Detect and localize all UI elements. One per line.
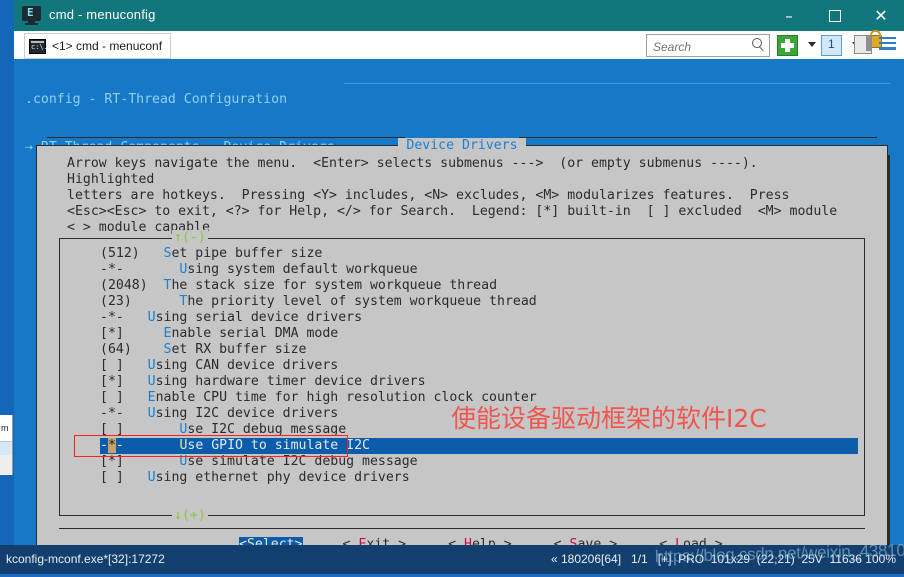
console-tab-label: <1> cmd - menuconf [52, 39, 163, 53]
split-pane-icon[interactable] [854, 35, 872, 54]
minimize-button[interactable]: – [766, 0, 812, 31]
menu-item[interactable]: [ ] Using ethernet phy device drivers [100, 470, 858, 486]
console-icon [22, 6, 41, 25]
menu-item-selected[interactable]: -*- Use GPIO to simulate I2C [74, 435, 858, 457]
console-tab[interactable]: <1> cmd - menuconf [24, 33, 172, 59]
conemu-window: cmd - menuconfig – ✕ <1> cmd - menuconf [14, 0, 904, 574]
menu-item[interactable]: [ ] Using CAN device drivers [100, 358, 858, 374]
button-l-oad[interactable]: < Load > [659, 537, 723, 545]
close-button[interactable]: ✕ [858, 0, 904, 31]
search-box[interactable] [646, 34, 770, 57]
background-window-row [0, 441, 12, 455]
menu-item[interactable]: -*- Using serial device drivers [100, 310, 858, 326]
console-tab-icon [29, 38, 48, 54]
maximize-button[interactable] [812, 0, 858, 31]
breadcrumb-line-1: .config - RT-Thread Configuration [25, 92, 288, 107]
menu-item[interactable]: (512) Set pipe buffer size [100, 246, 858, 262]
hamburger-menu-icon[interactable] [879, 37, 896, 50]
menu-list[interactable]: ↑(-) ↓(+) (512) Set pipe buffer size -*- … [59, 230, 865, 524]
status-bar: kconfig-mconf.exe*[32]:17272 « 180206[64… [0, 545, 904, 574]
button-s-ave[interactable]: < Save > [554, 537, 618, 545]
highlight-box [74, 435, 348, 457]
background-window-body [0, 455, 12, 474]
menu-item[interactable]: (64) Set RX buffer size [100, 342, 858, 358]
button-h-elp[interactable]: < Help > [448, 537, 512, 545]
scrollbar-thumb[interactable] [891, 59, 903, 545]
title-bar: cmd - menuconfig – ✕ [14, 0, 904, 31]
menuconfig-dialog: Device Drivers Arrow keys navigate the m… [36, 137, 888, 545]
menu-item[interactable]: (23) The priority level of system workqu… [100, 294, 858, 310]
menu-item[interactable]: (2048) The stack size for system workque… [100, 278, 858, 294]
desktop-left-strip [0, 0, 14, 574]
dialog-button-bar: <Select> < Exit > < Help > < Save > < Load > [59, 528, 865, 545]
window-controls: – ✕ [766, 0, 904, 31]
chevron-down-icon[interactable] [808, 42, 816, 47]
tab-bar: <1> cmd - menuconf [14, 30, 904, 60]
breadcrumb-rule [344, 83, 898, 84]
annotation-text: 使能设备驱动框架的软件I2C [451, 404, 767, 433]
scroll-down-indicator[interactable]: ↓(+) [172, 508, 208, 524]
status-metrics: « 180206[64] 1/1 [+] PRO 101x29 (22,21) … [550, 552, 896, 566]
console-surface[interactable]: .config - RT-Thread Configuration ⇢ RT-T… [14, 59, 904, 545]
menu-item[interactable]: [*] Using hardware timer device drivers [100, 374, 858, 390]
window-title: cmd - menuconfig [49, 7, 156, 22]
page-title: Device Drivers [398, 138, 526, 153]
search-icon [752, 38, 765, 52]
status-process: kconfig-mconf.exe*[32]:17272 [6, 552, 165, 566]
background-window-title: m [0, 415, 12, 441]
button-s-elect[interactable]: <Select> [239, 537, 303, 545]
menu-item[interactable]: [*] Enable serial DMA mode [100, 326, 858, 342]
menu-rows: (512) Set pipe buffer size -*- Using syst… [74, 246, 858, 486]
background-window-edge[interactable]: m [0, 415, 13, 475]
scroll-up-indicator[interactable]: ↑(-) [172, 230, 208, 246]
plus-icon[interactable] [777, 35, 798, 56]
console-scrollbar[interactable] [890, 59, 904, 545]
search-input[interactable] [651, 36, 751, 57]
menu-item[interactable]: -*- Using system default workqueue [100, 262, 858, 278]
screen: m cmd - menuconfig – ✕ <1> cmd - menucon… [0, 0, 904, 574]
console-1-icon[interactable] [821, 35, 842, 56]
help-text: Arrow keys navigate the menu. <Enter> se… [67, 156, 838, 235]
button-e-xit[interactable]: < Exit > [343, 537, 407, 545]
dialog-title-bar: Device Drivers [37, 137, 887, 154]
dialog-buttons: <Select> < Exit > < Help > < Save > < Load > [239, 537, 765, 545]
